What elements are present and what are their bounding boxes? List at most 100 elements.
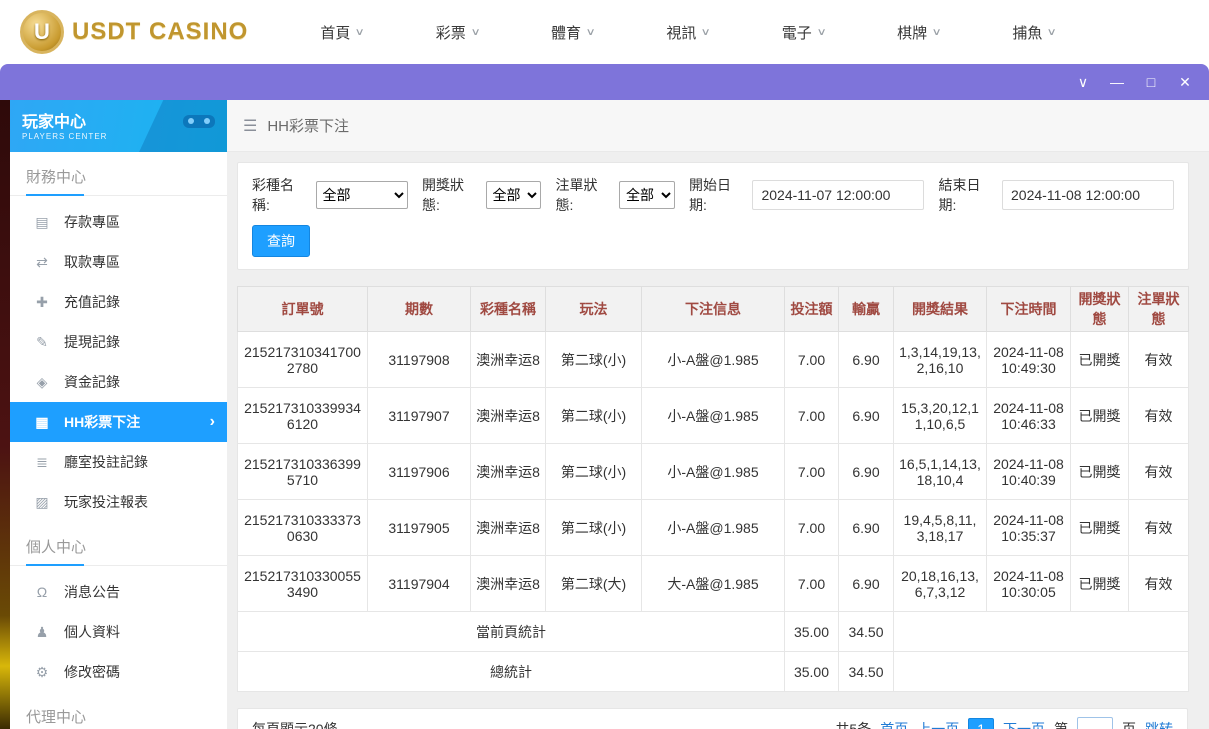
first-page-link[interactable]: 首页 xyxy=(880,719,908,729)
start-date-input[interactable] xyxy=(752,180,925,210)
cell-play: 第二球(小) xyxy=(545,443,642,500)
sidebar-item-funds-record[interactable]: ◈ 資金記錄 xyxy=(10,362,227,402)
nav-item-video[interactable]: 視訊 ∨ xyxy=(666,22,711,43)
cell-result: 1,3,14,19,13,2,16,10 xyxy=(893,331,987,388)
breadcrumb: ☰ HH彩票下注 xyxy=(227,100,1209,152)
cell-period: 31197907 xyxy=(367,387,471,444)
window-body: 玩家中心 PLAYERS CENTER 財務中心 ▤ 存款專區 ⇄ 取款專區 ✚… xyxy=(0,100,1209,729)
cell-draw-status: 已開獎 xyxy=(1070,443,1129,500)
draw-status-select[interactable]: 全部 xyxy=(485,181,542,209)
sidebar-item-change-password[interactable]: ⚙ 修改密碼 xyxy=(10,652,227,692)
sidebar-item-label: 提現記錄 xyxy=(64,334,120,350)
cell-win-loss: 6.90 xyxy=(838,443,894,500)
col-header-period: 期數 xyxy=(367,286,471,332)
cell-play: 第二球(小) xyxy=(545,499,642,556)
sidebar-item-profile[interactable]: ♟ 個人資料 xyxy=(10,612,227,652)
lottery-bet-icon: ▦ xyxy=(35,413,49,430)
search-button[interactable]: 查詢 xyxy=(252,225,310,257)
cell-result: 20,18,16,13,6,7,3,12 xyxy=(893,555,987,612)
top-navigation: U USDT CASINO 首頁 ∨ 彩票 ∨ 體育 ∨ 視訊 ∨ 電子 ∨ 棋… xyxy=(0,0,1209,64)
cell-order-status: 有效 xyxy=(1128,443,1189,500)
summary-win-loss: 34.50 xyxy=(838,611,894,652)
sidebar-item-label: 消息公告 xyxy=(64,584,120,600)
funds-record-icon: ◈ xyxy=(36,373,48,390)
nav-item-label: 首頁 xyxy=(320,24,351,42)
nav-item-label: 電子 xyxy=(781,24,812,42)
nav-item-slots[interactable]: 電子 ∨ xyxy=(781,22,827,43)
screen: U USDT CASINO 首頁 ∨ 彩票 ∨ 體育 ∨ 視訊 ∨ 電子 ∨ 棋… xyxy=(0,0,1209,729)
cell-bet-time: 2024-11-08 10:40:39 xyxy=(986,443,1071,500)
cell-play: 第二球(小) xyxy=(545,387,642,444)
cell-lottery: 澳洲幸运8 xyxy=(470,499,546,556)
cell-result: 16,5,1,14,13,18,10,4 xyxy=(893,443,987,500)
cell-amount: 7.00 xyxy=(784,499,839,556)
cell-lottery: 澳洲幸运8 xyxy=(470,331,546,388)
cell-order-status: 有效 xyxy=(1128,499,1189,556)
logo-icon: U xyxy=(20,10,64,54)
cell-amount: 7.00 xyxy=(784,555,839,612)
cell-order-status: 有效 xyxy=(1128,555,1189,612)
summary-empty-cell xyxy=(893,611,1189,652)
window-collapse-icon[interactable]: ∨ xyxy=(1075,75,1091,89)
cell-order-status: 有效 xyxy=(1128,387,1189,444)
col-header-order-id: 訂單號 xyxy=(237,286,368,332)
cell-period: 31197908 xyxy=(367,331,471,388)
end-date-label: 結束日期: xyxy=(938,177,981,213)
sidebar-item-label: 個人資料 xyxy=(64,624,120,640)
cell-bet-info: 小-A盤@1.985 xyxy=(641,331,785,388)
lottery-select[interactable]: 全部 xyxy=(315,181,408,209)
nav-item-lottery[interactable]: 彩票 ∨ xyxy=(436,22,481,43)
cell-order-id: 2152173103333730630 xyxy=(237,499,368,556)
nav-item-sports[interactable]: 體育 ∨ xyxy=(551,22,596,43)
cell-period: 31197906 xyxy=(367,443,471,500)
sidebar-item-recharge-record[interactable]: ✚ 充值記錄 xyxy=(10,282,227,322)
nav-item-cards[interactable]: 棋牌 ∨ xyxy=(897,22,942,43)
jump-button[interactable]: 跳转 xyxy=(1145,719,1173,729)
nav-item-fishing[interactable]: 捕魚 ∨ xyxy=(1012,22,1057,43)
sidebar-item-deposit[interactable]: ▤ 存款專區 xyxy=(10,202,227,242)
col-header-play: 玩法 xyxy=(545,286,642,332)
table-row: 2152173103417002780 31197908 澳洲幸运8 第二球(小… xyxy=(237,331,1189,388)
window-minimize-icon[interactable]: — xyxy=(1109,75,1125,89)
order-status-select[interactable]: 全部 xyxy=(619,181,675,209)
window-close-icon[interactable]: ✕ xyxy=(1177,75,1193,89)
col-header-amount: 投注額 xyxy=(784,286,839,332)
main-menu: 首頁 ∨ 彩票 ∨ 體育 ∨ 視訊 ∨ 電子 ∨ 棋牌 ∨ 捕魚 ∨ xyxy=(320,22,1057,43)
window-maximize-icon[interactable]: □ xyxy=(1143,75,1159,89)
cell-amount: 7.00 xyxy=(784,443,839,500)
nav-item-home[interactable]: 首頁 ∨ xyxy=(320,22,365,43)
nav-item-label: 體育 xyxy=(551,24,582,42)
sidebar-item-withdrawal-record[interactable]: ✎ 提現記錄 xyxy=(10,322,227,362)
sidebar-item-room-bet-record[interactable]: ≣ 廳室投註記錄 xyxy=(10,442,227,482)
next-page-link[interactable]: 下一页 xyxy=(1003,719,1045,729)
finance-menu: ▤ 存款專區 ⇄ 取款專區 ✚ 充值記錄 ✎ 提現記錄 ◈ 資金記錄 ▦ HH彩… xyxy=(10,196,227,522)
chevron-right-icon: › xyxy=(209,413,215,430)
menu-icon[interactable]: ☰ xyxy=(243,116,257,136)
col-header-win-loss: 輸贏 xyxy=(838,286,894,332)
cell-lottery: 澳洲幸运8 xyxy=(470,387,546,444)
sidebar-item-hh-lottery-bets[interactable]: ▦ HH彩票下注 › xyxy=(10,402,227,442)
sidebar-item-announcements[interactable]: Ω 消息公告 xyxy=(10,572,227,612)
cell-bet-info: 小-A盤@1.985 xyxy=(641,387,785,444)
col-header-bet-time: 下注時間 xyxy=(986,286,1071,332)
sidebar-item-player-bet-report[interactable]: ▨ 玩家投注報表 xyxy=(10,482,227,522)
page-jump-input[interactable] xyxy=(1077,717,1113,729)
col-header-lottery: 彩種名稱 xyxy=(470,286,546,332)
bets-table: 訂單號 期數 彩種名稱 玩法 下注信息 投注額 輸贏 開獎結果 下注時間 開獎狀… xyxy=(237,286,1189,692)
gear-icon: ⚙ xyxy=(35,663,49,680)
end-date-input[interactable] xyxy=(1002,180,1175,210)
logo[interactable]: U USDT CASINO xyxy=(20,10,248,54)
sidebar-item-label: 存款專區 xyxy=(64,214,120,230)
table-header-row: 訂單號 期數 彩種名稱 玩法 下注信息 投注額 輸贏 開獎結果 下注時間 開獎狀… xyxy=(237,286,1189,332)
cell-win-loss: 6.90 xyxy=(838,387,894,444)
deposit-icon: ▤ xyxy=(35,213,49,230)
prev-page-link[interactable]: 上一页 xyxy=(917,719,959,729)
sidebar-item-withdraw[interactable]: ⇄ 取款專區 xyxy=(10,242,227,282)
table-row: 2152173103399346120 31197907 澳洲幸运8 第二球(小… xyxy=(237,387,1189,444)
person-icon: ♟ xyxy=(35,623,49,640)
cell-order-status: 有效 xyxy=(1128,331,1189,388)
page-title: HH彩票下注 xyxy=(267,118,350,135)
current-page-indicator[interactable]: 1 xyxy=(968,718,994,729)
start-date-label: 開始日期: xyxy=(688,177,731,213)
page-summary-row: 當前頁統計 35.00 34.50 xyxy=(237,611,1189,652)
